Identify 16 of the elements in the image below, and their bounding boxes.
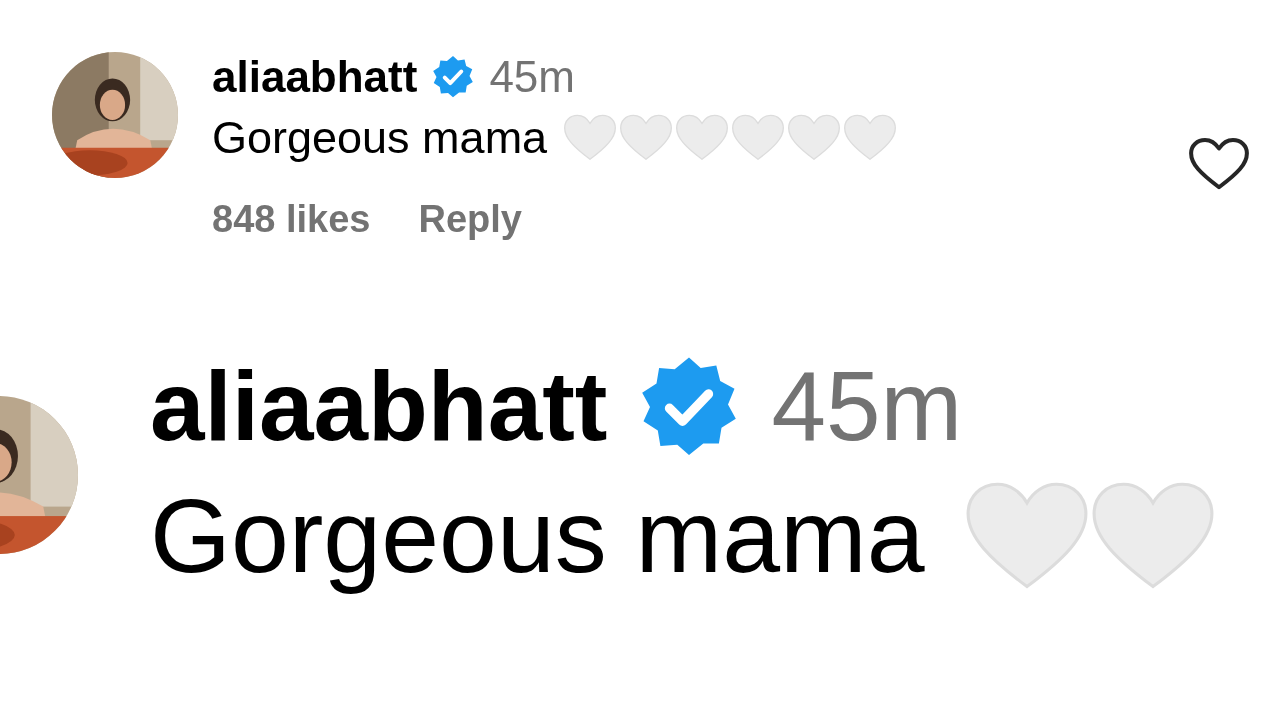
username[interactable]: aliaabhatt <box>212 52 418 102</box>
timestamp: 45m <box>771 350 963 463</box>
reply-button[interactable]: Reply <box>418 198 522 241</box>
heart-icon <box>843 114 898 162</box>
heart-icon <box>563 114 618 162</box>
verified-badge-icon <box>431 55 476 99</box>
likes-count[interactable]: 848 likes <box>212 198 371 241</box>
heart-icon <box>731 114 786 162</box>
heart-icon <box>787 114 842 162</box>
like-icon[interactable] <box>1188 136 1250 192</box>
heart-icon <box>619 114 674 162</box>
timestamp: 45m <box>489 52 575 102</box>
comment-text: Gorgeous mama <box>212 112 548 164</box>
username[interactable]: aliaabhatt <box>150 350 608 463</box>
heart-icon <box>675 114 730 162</box>
comment-text: Gorgeous mama <box>150 477 925 596</box>
